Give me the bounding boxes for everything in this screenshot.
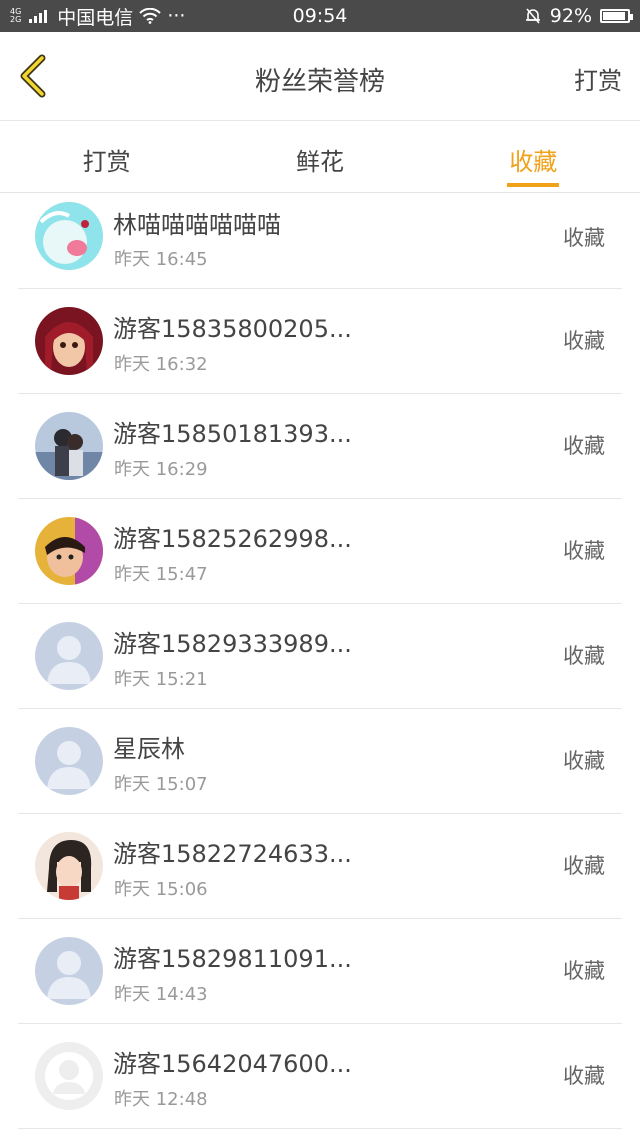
fan-name: 游客15829811091...	[113, 945, 352, 973]
list-item[interactable]: 林喵喵喵喵喵喵 昨天 16:45 收藏	[18, 193, 622, 289]
battery-icon	[600, 9, 633, 23]
fan-time: 昨天 16:29	[114, 459, 208, 480]
avatar	[35, 517, 103, 585]
network-type: 4G 2G	[10, 7, 22, 24]
fan-list: 林喵喵喵喵喵喵 昨天 16:45 收藏 游客15835800205... 昨天 …	[0, 193, 640, 1129]
fan-name: 游客15642047600...	[113, 1050, 352, 1078]
carrier-name: 中国电信	[57, 6, 134, 29]
avatar	[35, 307, 103, 375]
fan-name: 星辰林	[113, 735, 185, 763]
default-avatar-icon	[35, 1042, 103, 1110]
list-item[interactable]: 游客15850181393... 昨天 16:29 收藏	[18, 394, 622, 499]
avatar	[35, 832, 103, 900]
tab-favorites[interactable]: 收藏	[427, 121, 640, 192]
action-label: 收藏	[563, 226, 605, 250]
fan-time: 昨天 15:06	[114, 879, 208, 900]
reward-button[interactable]: 打赏	[574, 61, 622, 96]
default-avatar-icon	[35, 622, 103, 690]
list-item[interactable]: 游客15835800205... 昨天 16:32 收藏	[18, 289, 622, 394]
avatar	[35, 202, 103, 270]
more-dots: ···	[167, 5, 186, 27]
fan-name: 林喵喵喵喵喵喵	[113, 211, 281, 239]
action-label: 收藏	[563, 959, 605, 983]
fan-time: 昨天 15:07	[114, 774, 208, 795]
fan-name: 游客15825262998...	[113, 525, 352, 553]
fan-time: 昨天 14:43	[114, 984, 208, 1005]
fan-name: 游客15850181393...	[113, 420, 352, 448]
mute-bell-icon	[525, 8, 540, 24]
list-item[interactable]: 游客15822724633... 昨天 15:06 收藏	[18, 814, 622, 919]
tab-bar: 打赏 鲜花 收藏	[0, 121, 640, 193]
action-label: 收藏	[563, 539, 605, 563]
signal-icon	[29, 9, 48, 23]
fan-name: 游客15835800205...	[113, 315, 352, 343]
fan-time: 昨天 15:47	[114, 564, 208, 585]
list-item[interactable]: 游客15829333989... 昨天 15:21 收藏	[18, 604, 622, 709]
avatar	[35, 412, 103, 480]
tab-flowers[interactable]: 鲜花	[213, 121, 426, 192]
fan-name: 游客15822724633...	[113, 840, 352, 868]
status-bar: 4G 2G 中国电信 ··· 09:54 92%	[0, 0, 640, 32]
action-label: 收藏	[563, 329, 605, 353]
fan-time: 昨天 12:48	[114, 1089, 208, 1110]
list-item[interactable]: 星辰林 昨天 15:07 收藏	[18, 709, 622, 814]
list-item[interactable]: 游客15642047600... 昨天 12:48 收藏	[18, 1024, 622, 1129]
action-label: 收藏	[563, 434, 605, 458]
default-avatar-icon	[35, 937, 103, 1005]
action-label: 收藏	[563, 1064, 605, 1088]
wifi-icon	[139, 8, 162, 24]
fan-time: 昨天 15:21	[114, 669, 208, 690]
nav-bar: 粉丝荣誉榜 打赏	[0, 32, 640, 121]
page-title: 粉丝荣誉榜	[254, 67, 385, 97]
list-item[interactable]: 游客15825262998... 昨天 15:47 收藏	[18, 499, 622, 604]
tab-reward[interactable]: 打赏	[0, 121, 213, 192]
default-avatar-icon	[35, 727, 103, 795]
back-chevron-icon[interactable]	[16, 54, 56, 98]
fan-time: 昨天 16:45	[114, 249, 208, 270]
action-label: 收藏	[563, 644, 605, 668]
action-label: 收藏	[563, 854, 605, 878]
battery-percent: 92%	[549, 5, 592, 27]
fan-time: 昨天 16:32	[114, 354, 208, 375]
fan-name: 游客15829333989...	[113, 630, 352, 658]
list-item[interactable]: 游客15829811091... 昨天 14:43 收藏	[18, 919, 622, 1024]
action-label: 收藏	[563, 749, 605, 773]
